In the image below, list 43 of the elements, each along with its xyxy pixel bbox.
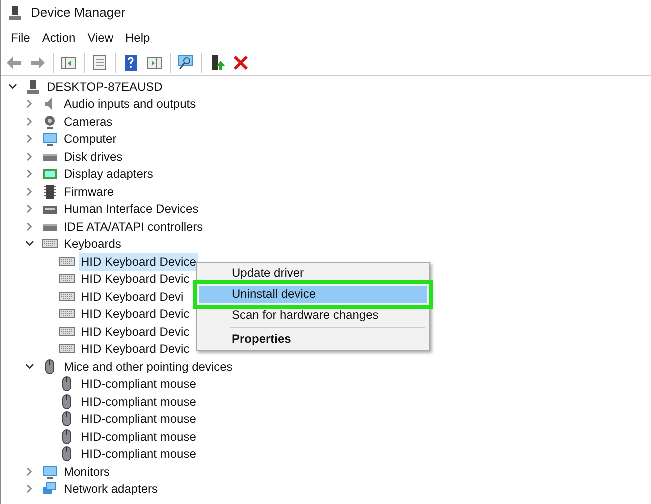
tree-item[interactable]: HID-compliant mouse (79, 428, 198, 446)
tree-item[interactable]: HID-compliant mouse (79, 375, 198, 394)
help-icon[interactable] (122, 54, 140, 72)
monitor-icon (42, 131, 58, 148)
menu-item[interactable]: Help (120, 29, 156, 47)
tree-item[interactable]: HID Keyboard Devi (79, 288, 186, 306)
tree-item[interactable]: Human Interface Devices (62, 200, 201, 218)
window-title: Device Manager (31, 4, 126, 22)
uninstall-icon[interactable] (232, 54, 250, 72)
tree-item[interactable]: Cameras (62, 112, 115, 131)
tree-item[interactable]: Firmware (62, 182, 116, 201)
tree-item[interactable]: HID Keyboard Devic (79, 270, 192, 288)
menu-item[interactable]: File (5, 29, 36, 47)
tree-item[interactable]: HID-compliant mouse (79, 392, 198, 411)
properties-icon[interactable] (91, 54, 109, 72)
tree-item[interactable]: HID Keyboard Devic (79, 322, 192, 341)
tree-item[interactable]: Network adapters (62, 480, 160, 498)
tree-item[interactable]: Disk drives (62, 148, 125, 166)
camera-icon (42, 114, 58, 130)
scan-monitor-icon[interactable] (177, 54, 195, 72)
tree-item[interactable]: HID Keyboard Device (79, 252, 198, 271)
menu-option[interactable]: Uninstall device (199, 286, 427, 303)
tree-item[interactable]: HID Keyboard Devic (79, 340, 192, 358)
menu-item[interactable]: Action (36, 29, 82, 47)
tree-item[interactable]: Mice and other pointing devices (62, 358, 235, 376)
device-manager-icon (7, 5, 23, 21)
chip-icon (42, 184, 58, 200)
tree-item[interactable]: Keyboards (62, 235, 124, 254)
tree-item[interactable]: Audio inputs and outputs (62, 95, 198, 114)
tree-item[interactable]: IDE ATA/ATAPI controllers (62, 218, 206, 236)
tree-item[interactable]: Monitors (62, 462, 112, 481)
tree-item[interactable]: HID Keyboard Devic (79, 305, 192, 324)
menu-option[interactable]: Properties (199, 331, 427, 348)
tree-item[interactable]: HID-compliant mouse (79, 445, 198, 464)
monitor-icon (42, 464, 58, 480)
tree-item[interactable]: HID-compliant mouse (79, 410, 198, 428)
menu-option[interactable]: Update driver (199, 265, 427, 282)
tree-item[interactable]: Display adapters (62, 165, 156, 184)
tree-item[interactable]: Computer (62, 130, 119, 148)
tree-item[interactable]: DESKTOP-87EAUSD (45, 78, 165, 96)
menu-option[interactable]: Scan for hardware changes (199, 307, 427, 324)
menu-item[interactable]: View (82, 29, 120, 47)
computer-icon (25, 78, 41, 95)
